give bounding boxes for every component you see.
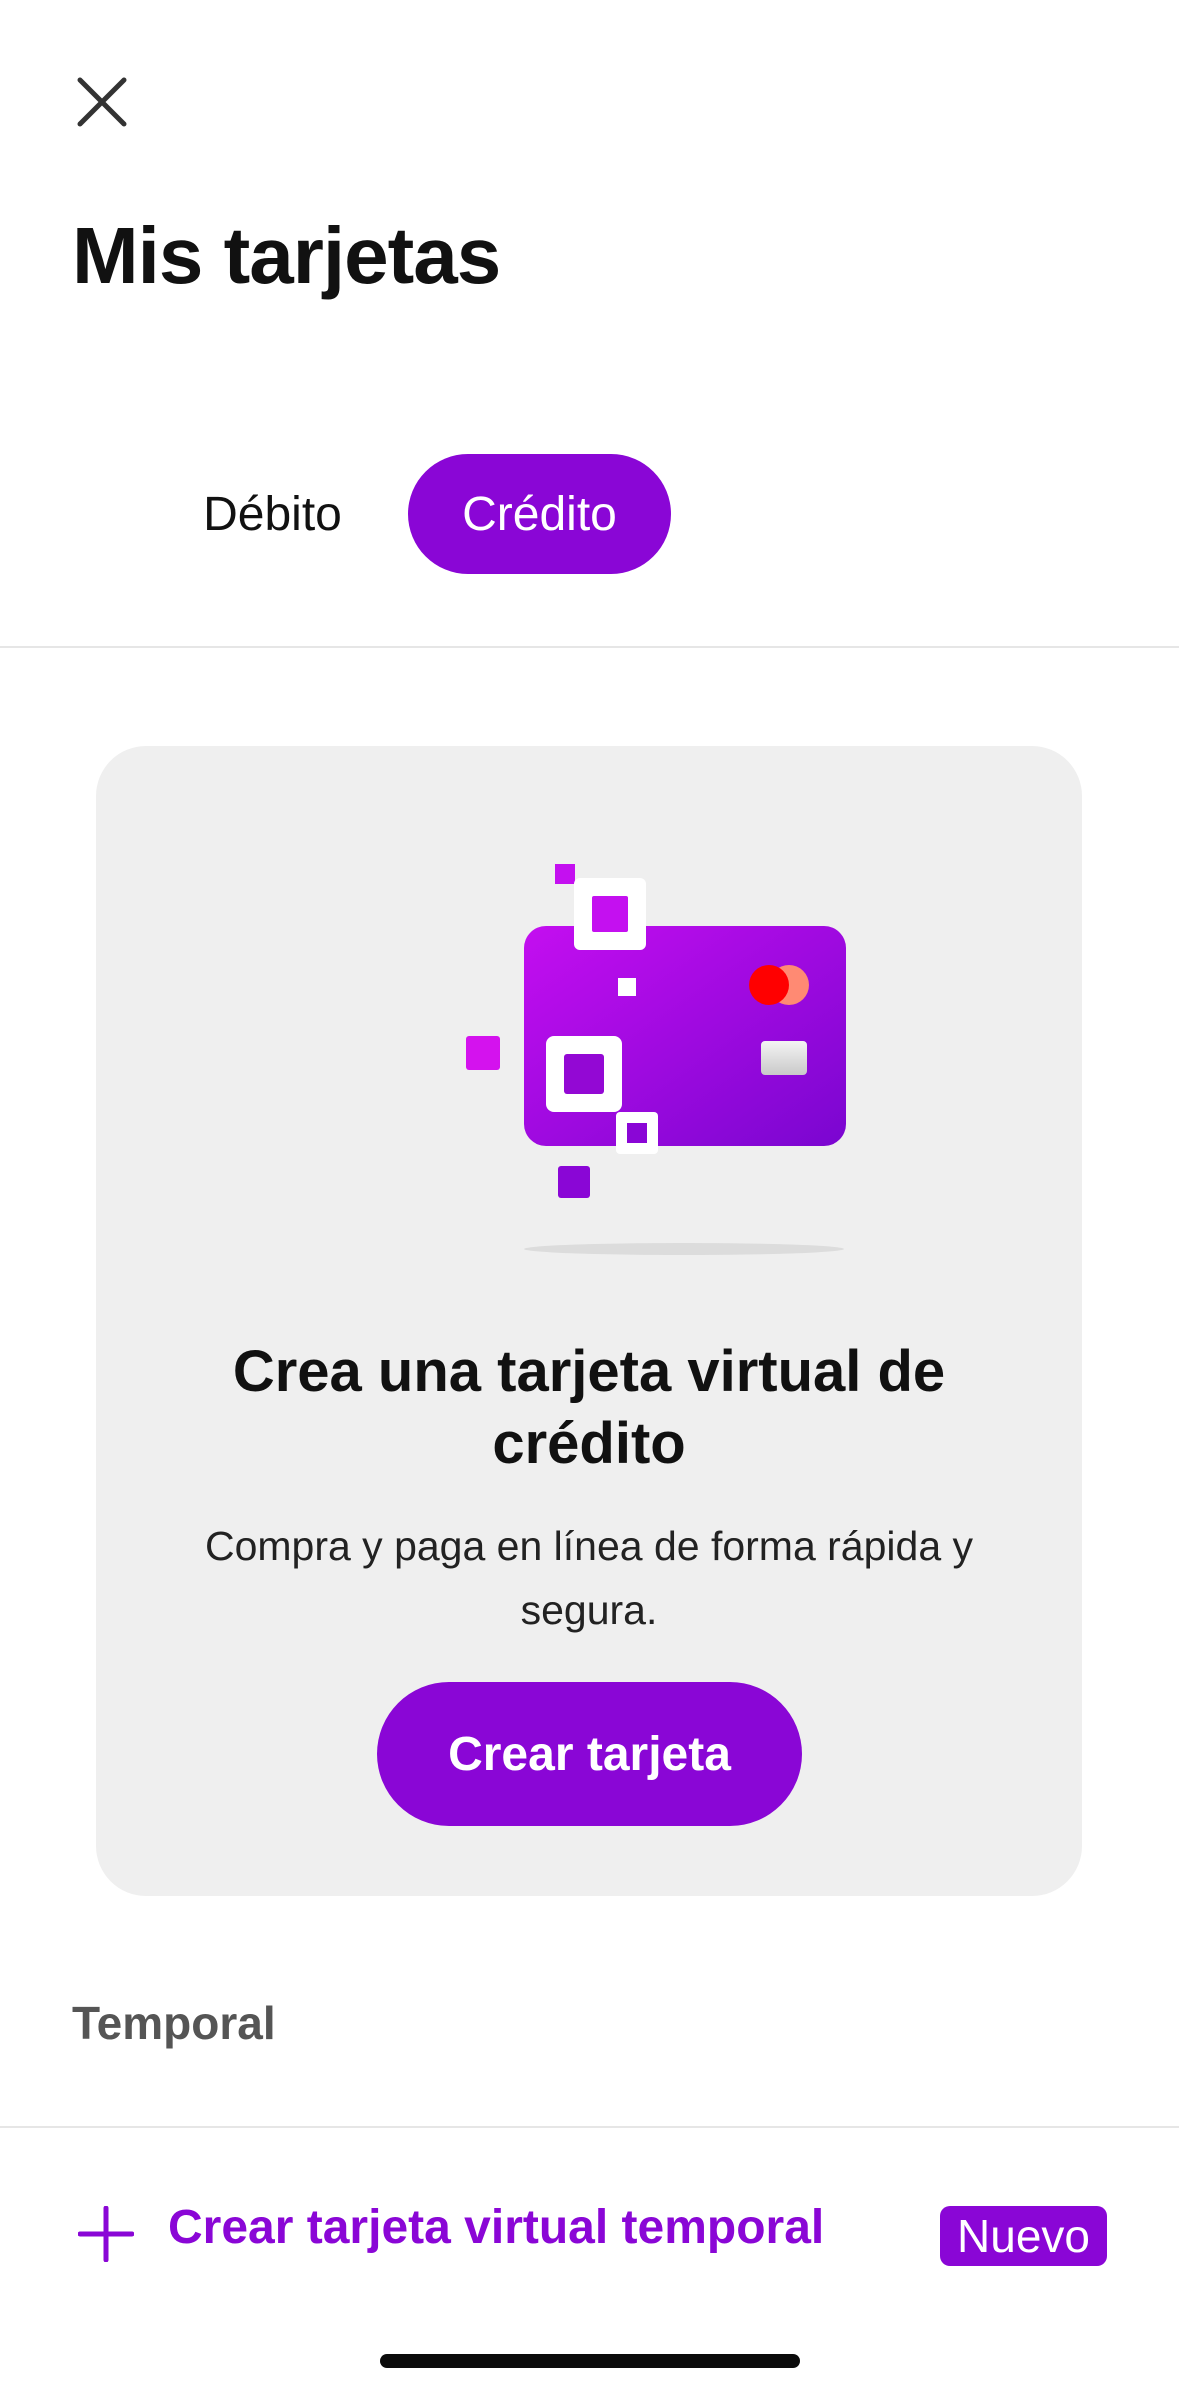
close-icon xyxy=(77,77,127,127)
create-virtual-card-promo: Crea una tarjeta virtual de crédito Comp… xyxy=(96,746,1082,1896)
close-button[interactable] xyxy=(62,62,142,142)
section-label-temporal: Temporal xyxy=(72,1997,276,2049)
plus-icon xyxy=(78,2206,134,2262)
home-indicator[interactable] xyxy=(380,2354,800,2368)
create-temporary-card-row[interactable]: Crear tarjeta virtual temporal Nuevo xyxy=(0,2128,1179,2340)
create-card-button[interactable]: Crear tarjeta xyxy=(377,1682,802,1826)
card-type-tabs: Débito Crédito xyxy=(0,454,1179,574)
tab-credito[interactable]: Crédito xyxy=(408,454,671,574)
create-temporary-card-label: Crear tarjeta virtual temporal xyxy=(168,2201,825,2254)
tab-debito[interactable]: Débito xyxy=(175,454,370,574)
new-badge: Nuevo xyxy=(940,2206,1107,2266)
tabs-divider xyxy=(0,646,1179,648)
virtual-credit-card-illustration xyxy=(466,864,846,1255)
page-title: Mis tarjetas xyxy=(72,211,501,300)
promo-title: Crea una tarjeta virtual de crédito xyxy=(232,1339,946,1476)
promo-subtitle: Compra y paga en línea de forma rápida y… xyxy=(204,1523,974,1633)
